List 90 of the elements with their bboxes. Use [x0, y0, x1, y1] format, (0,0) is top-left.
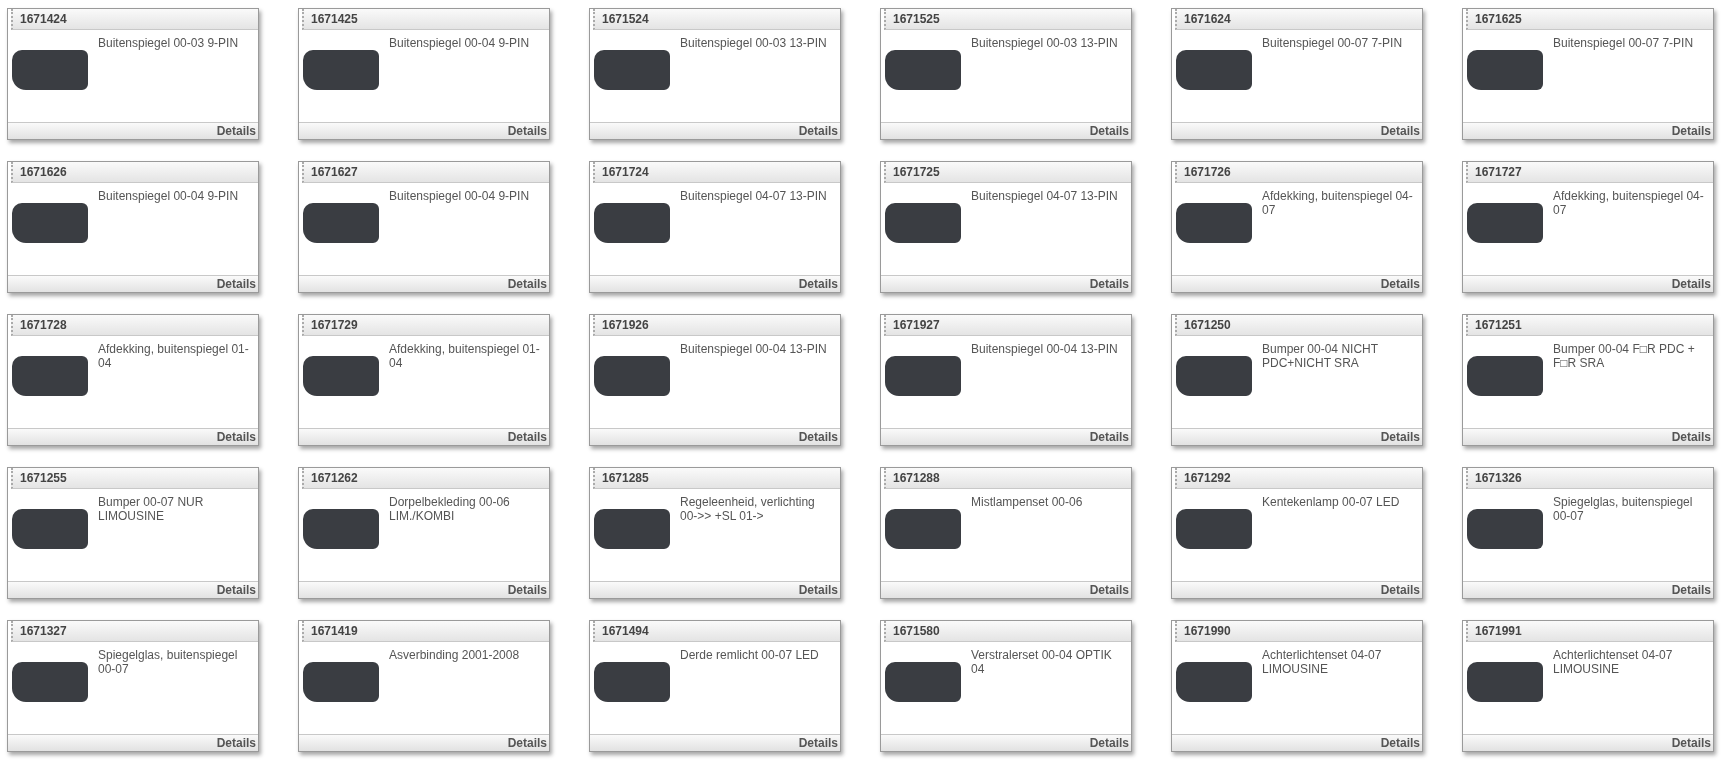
- details-link[interactable]: Details: [507, 430, 547, 444]
- product-number: 1671250: [1184, 318, 1231, 332]
- details-link[interactable]: Details: [1380, 430, 1420, 444]
- product-number: 1671262: [311, 471, 358, 485]
- product-title: Buitenspiegel 00-03 9-PIN: [98, 36, 239, 52]
- product-number: 1671926: [602, 318, 649, 332]
- product-title: Buitenspiegel 00-04 9-PIN: [98, 189, 239, 205]
- product-number: 1671288: [893, 471, 940, 485]
- product-number: 1671625: [1475, 12, 1522, 26]
- product-number: 1671326: [1475, 471, 1522, 485]
- product-title: Buitenspiegel 00-03 13-PIN: [680, 36, 827, 52]
- product-number: 1671255: [20, 471, 67, 485]
- product-number: 1671292: [1184, 471, 1231, 485]
- details-link[interactable]: Details: [216, 430, 256, 444]
- product-title: Bumper 00-07 NUR LIMOUSINE: [98, 495, 205, 525]
- product-number: 1671525: [893, 12, 940, 26]
- product-number: 1671419: [311, 624, 358, 638]
- product-number: 1671494: [602, 624, 649, 638]
- details-link[interactable]: Details: [798, 124, 838, 138]
- product-number: 1671627: [311, 165, 358, 179]
- product-title: Achterlichtenset 04-07 LIMOUSINE: [1262, 648, 1383, 678]
- product-title: Buitenspiegel 00-03 13-PIN: [971, 36, 1118, 52]
- details-link[interactable]: Details: [1671, 277, 1711, 291]
- details-link[interactable]: Details: [798, 736, 838, 750]
- product-number: 1671251: [1475, 318, 1522, 332]
- details-link[interactable]: Details: [1089, 277, 1129, 291]
- details-link[interactable]: Details: [216, 124, 256, 138]
- product-number: 1671580: [893, 624, 940, 638]
- details-link[interactable]: Details: [1671, 583, 1711, 597]
- product-number: 1671624: [1184, 12, 1231, 26]
- product-number: 1671927: [893, 318, 940, 332]
- product-title: Asverbinding 2001-2008: [389, 648, 520, 664]
- product-title: Spiegelglas, buitenspiegel 00-07: [1553, 495, 1694, 525]
- product-title: Derde remlicht 00-07 LED: [680, 648, 819, 664]
- product-title: Afdekking, buitenspiegel 01-04: [98, 342, 250, 372]
- details-link[interactable]: Details: [216, 583, 256, 597]
- product-title: Kentekenlamp 00-07 LED: [1262, 495, 1400, 511]
- product-title: Bumper 00-04 NICHT PDC+NICHT SRA: [1262, 342, 1379, 372]
- product-title: Buitenspiegel 04-07 13-PIN: [971, 189, 1118, 205]
- product-title: Buitenspiegel 00-07 7-PIN: [1553, 36, 1694, 52]
- details-link[interactable]: Details: [1671, 124, 1711, 138]
- product-number: 1671990: [1184, 624, 1231, 638]
- details-link[interactable]: Details: [798, 583, 838, 597]
- details-link[interactable]: Details: [1380, 736, 1420, 750]
- details-link[interactable]: Details: [1089, 124, 1129, 138]
- details-link[interactable]: Details: [507, 583, 547, 597]
- details-link[interactable]: Details: [798, 277, 838, 291]
- product-title: Buitenspiegel 00-04 9-PIN: [389, 189, 530, 205]
- product-title: Regeleenheid, verlichting 00->> +SL 01->: [680, 495, 816, 525]
- details-link[interactable]: Details: [1380, 124, 1420, 138]
- details-link[interactable]: Details: [216, 736, 256, 750]
- product-number: 1671626: [20, 165, 67, 179]
- product-title: Buitenspiegel 00-04 13-PIN: [680, 342, 827, 358]
- product-title: Buitenspiegel 00-04 9-PIN: [389, 36, 530, 52]
- product-number: 1671425: [311, 12, 358, 26]
- details-link[interactable]: Details: [798, 430, 838, 444]
- product-title: Bumper 00-04 F□R PDC + F□R SRA: [1553, 342, 1696, 372]
- details-link[interactable]: Details: [1380, 583, 1420, 597]
- product-number: 1671524: [602, 12, 649, 26]
- details-link[interactable]: Details: [1671, 430, 1711, 444]
- details-link[interactable]: Details: [507, 736, 547, 750]
- product-number: 1671327: [20, 624, 67, 638]
- details-link[interactable]: Details: [216, 277, 256, 291]
- product-number: 1671724: [602, 165, 649, 179]
- details-link[interactable]: Details: [1089, 583, 1129, 597]
- product-number: 1671424: [20, 12, 67, 26]
- product-number: 1671726: [1184, 165, 1231, 179]
- details-link[interactable]: Details: [1671, 736, 1711, 750]
- product-title: Afdekking, buitenspiegel 04-07: [1262, 189, 1414, 219]
- product-title: Afdekking, buitenspiegel 01-04: [389, 342, 541, 372]
- product-title: Spiegelglas, buitenspiegel 00-07: [98, 648, 239, 678]
- product-title: Dorpelbekleding 00-06 LIM./KOMBI: [389, 495, 511, 525]
- details-link[interactable]: Details: [1380, 277, 1420, 291]
- product-title: Buitenspiegel 04-07 13-PIN: [680, 189, 827, 205]
- product-title: Afdekking, buitenspiegel 04-07: [1553, 189, 1705, 219]
- details-link[interactable]: Details: [1089, 736, 1129, 750]
- product-number: 1671729: [311, 318, 358, 332]
- details-link[interactable]: Details: [507, 124, 547, 138]
- product-title: Mistlampenset 00-06: [971, 495, 1083, 511]
- product-number: 1671285: [602, 471, 649, 485]
- product-number: 1671725: [893, 165, 940, 179]
- product-title: Achterlichtenset 04-07 LIMOUSINE: [1553, 648, 1674, 678]
- product-title: Buitenspiegel 00-04 13-PIN: [971, 342, 1118, 358]
- product-number: 1671728: [20, 318, 67, 332]
- product-number: 1671727: [1475, 165, 1522, 179]
- details-link[interactable]: Details: [1089, 430, 1129, 444]
- product-title: Buitenspiegel 00-07 7-PIN: [1262, 36, 1403, 52]
- product-number: 1671991: [1475, 624, 1522, 638]
- product-title: Verstralerset 00-04 OPTIK 04: [971, 648, 1113, 678]
- details-link[interactable]: Details: [507, 277, 547, 291]
